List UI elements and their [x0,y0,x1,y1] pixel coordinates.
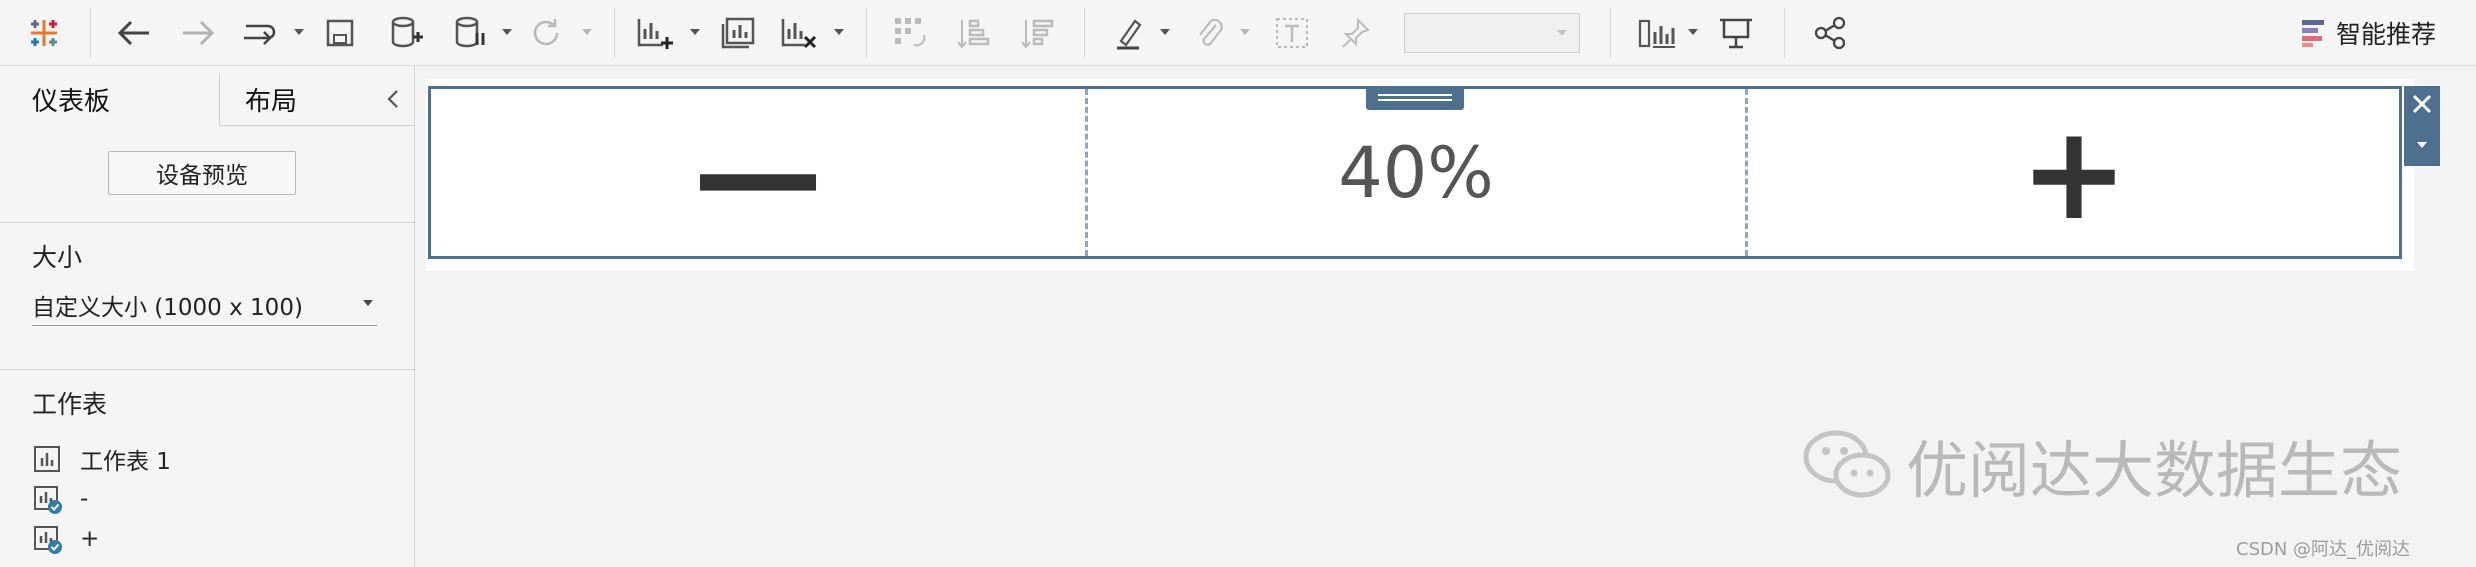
size-value: 自定义大小 (1000 x 100) [32,294,303,321]
pause-datasource-icon[interactable] [450,12,490,54]
sheet-label: 工作表 1 [80,449,171,475]
left-panel: 仪表板 布局 设备预览 大小 自定义大小 (1000 x 100) 工作表 工作… [0,66,415,567]
wechat-icon [1803,430,1891,498]
sheet-item-1[interactable]: 工作表 1 [32,442,171,476]
tableau-logo-icon[interactable] [24,12,64,54]
sheet-label: + [80,526,100,552]
refresh-icon[interactable] [526,12,566,54]
highlight-icon[interactable] [1108,12,1152,54]
text-icon[interactable] [1270,12,1314,54]
back-icon[interactable] [112,12,156,54]
device-preview-button[interactable]: 设备预览 [108,151,296,195]
dashboard-container[interactable]: — 40% + [428,86,2402,259]
save-icon[interactable] [320,12,360,54]
pin-icon[interactable] [1334,12,1378,54]
new-dashboard-icon[interactable] [716,12,760,54]
presentation-icon[interactable] [1714,12,1758,54]
sheet-label: - [80,486,89,512]
csdn-credit: CSDN @阿达_优阅达 [2236,539,2411,560]
tab-dashboard[interactable]: 仪表板 [32,74,110,124]
show-me-icon[interactable] [1634,12,1678,54]
collapse-panel-icon[interactable] [383,86,403,112]
more-options-icon[interactable] [2417,142,2427,148]
watermark: 优阅达大数据生态 [1800,420,2402,510]
ai-recommend-button[interactable]: 智能推荐 [2300,12,2436,54]
plus-label: + [2019,96,2129,249]
forward-icon[interactable] [176,12,220,54]
close-icon[interactable] [2408,90,2436,118]
worksheet-used-icon [32,484,62,514]
sort-asc-icon[interactable] [952,12,996,54]
minus-worksheet[interactable]: — [431,89,1085,256]
swap-icon[interactable] [888,12,932,54]
sheets-section-title: 工作表 [32,390,108,419]
redo-icon[interactable] [236,12,280,54]
sheet-item-plus[interactable]: + [32,522,99,556]
percent-worksheet[interactable]: 40% [1087,89,1745,256]
watermark-text: 优阅达大数据生态 [1906,434,2403,507]
minus-label: — [693,96,823,249]
clear-sheet-icon[interactable] [776,12,820,54]
size-section-title: 大小 [32,243,83,272]
ai-recommend-label: 智能推荐 [2336,20,2437,49]
sheet-item-minus[interactable]: - [32,482,88,516]
share-icon[interactable] [1808,12,1852,54]
worksheet-icon [32,444,62,474]
tab-layout[interactable]: 布局 [245,74,297,124]
toolbar: 智能推荐 [0,0,2476,66]
new-worksheet-icon[interactable] [632,12,676,54]
format-dropdown[interactable] [1404,13,1580,53]
ai-recommend-icon [2302,20,2324,47]
percent-value: 40% [1338,131,1494,214]
plus-worksheet[interactable]: + [1747,89,2401,256]
worksheet-used-icon [32,524,62,554]
drag-handle[interactable] [1366,86,1464,110]
sort-desc-icon[interactable] [1016,12,1060,54]
container-controls [2404,86,2440,166]
new-datasource-icon[interactable] [386,12,426,54]
size-dropdown[interactable]: 自定义大小 (1000 x 100) [32,284,377,326]
attach-icon[interactable] [1188,12,1232,54]
